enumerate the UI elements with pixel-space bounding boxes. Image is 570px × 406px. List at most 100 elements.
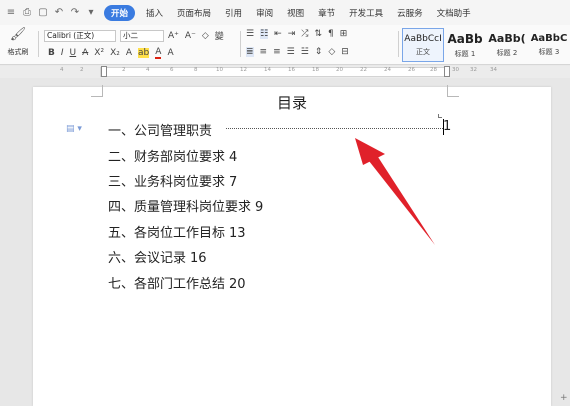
ruler-tick: 6 — [170, 67, 174, 73]
underline-button[interactable]: U — [70, 48, 77, 58]
ruler-tick: 8 — [194, 67, 198, 73]
justify-icon[interactable]: ☰ — [287, 47, 295, 57]
format-painter-label: 格式刷 — [7, 48, 29, 56]
style-heading-3[interactable]: AaBbC 标题 3 — [528, 28, 570, 62]
ruler-tick: 4 — [60, 67, 64, 73]
style-preview: AaBb — [447, 31, 483, 46]
right-indent-marker[interactable] — [444, 66, 450, 77]
distribute-icon[interactable]: ☱ — [301, 47, 309, 57]
ruler-tick: 18 — [312, 67, 319, 73]
format-painter-button[interactable]: 🖌 格式刷 — [2, 27, 34, 63]
ribbon-toolbar: 🖌 格式刷 Calibri (正文) 小二 A⁺ A⁻ ◇ 變 B I U A … — [0, 25, 570, 65]
border-icon[interactable]: ⊟ — [341, 47, 349, 57]
style-name: 标题 2 — [496, 49, 518, 57]
style-preview: AaBbC — [530, 33, 568, 44]
dropdown-icon[interactable]: ▾ — [84, 5, 98, 21]
menu-icon[interactable]: ≡ — [4, 5, 18, 21]
style-preview: AaBb( — [488, 32, 526, 45]
tab-insert[interactable]: 插入 — [146, 7, 163, 19]
italic-button[interactable]: I — [61, 48, 64, 58]
para-row-2: ≣ ≡ ≡ ☰ ☱ ⇕ ◇ ⊟ — [246, 47, 355, 57]
arrow-shaft — [369, 157, 435, 245]
tab-view[interactable]: 视图 — [287, 7, 304, 19]
font-row-2: B I U A X² X₂ A ab A A — [48, 47, 180, 59]
ruler-track — [100, 67, 450, 77]
style-name: 标题 1 — [454, 49, 476, 58]
undo-icon[interactable]: ↶ — [52, 5, 66, 21]
grow-font-button[interactable]: A⁺ — [168, 31, 179, 41]
line-spacing-icon[interactable]: ⇕ — [315, 47, 323, 57]
font-name-select[interactable]: Calibri (正文) — [44, 30, 116, 42]
text-direction-icon[interactable]: ⤮ — [301, 29, 308, 39]
align-right-icon[interactable]: ≡ — [273, 47, 281, 57]
numbered-list-icon[interactable]: ☷ — [260, 29, 269, 39]
expand-icon[interactable]: + — [560, 393, 568, 403]
align-left-icon[interactable]: ≣ — [246, 47, 254, 57]
tab-start[interactable]: 开始 — [104, 4, 136, 21]
strikethrough-button[interactable]: A — [82, 48, 88, 58]
tab-page-layout[interactable]: 页面布局 — [177, 7, 211, 19]
ruler-tick: 32 — [470, 67, 477, 73]
tab-section[interactable]: 章节 — [318, 7, 335, 19]
divider — [38, 31, 39, 57]
shading-icon[interactable]: ◇ — [328, 47, 335, 57]
style-name: 正文 — [416, 47, 431, 56]
para-row-1: ☰ ☷ ⇤ ⇥ ⤮ ⇅ ¶ ⊞ — [246, 29, 353, 39]
ruler-tick: 14 — [264, 67, 271, 73]
ruler-tick: 28 — [430, 67, 437, 73]
table-icon[interactable]: ⊞ — [340, 29, 348, 39]
style-gallery: AaBbCcI 正文 AaBb 标题 1 AaBb( 标题 2 AaBbC 标题… — [402, 28, 570, 62]
shrink-font-button[interactable]: A⁻ — [185, 31, 196, 41]
font-size-select[interactable]: 小二 — [120, 30, 164, 42]
increase-indent-icon[interactable]: ⇥ — [288, 29, 296, 39]
bold-button[interactable]: B — [48, 48, 55, 58]
char-border-button[interactable]: A — [167, 48, 173, 58]
sort-icon[interactable]: ⇅ — [314, 29, 322, 39]
ruler-tick: 22 — [360, 67, 367, 73]
ruler-tick: 16 — [288, 67, 295, 73]
style-preview: AaBbCcI — [404, 33, 442, 44]
tab-review[interactable]: 审阅 — [256, 7, 273, 19]
redo-icon[interactable]: ↷ — [68, 5, 82, 21]
style-heading-1[interactable]: AaBb 标题 1 — [444, 28, 486, 62]
style-heading-2[interactable]: AaBb( 标题 2 — [486, 28, 528, 62]
indent-marker[interactable] — [101, 66, 107, 77]
superscript-button[interactable]: X² — [94, 48, 104, 58]
ruler-tick: 24 — [384, 67, 391, 73]
show-marks-icon[interactable]: ¶ — [328, 29, 334, 39]
document-canvas: 目录 ▤ ▾ 一、公司管理职责 1 二、财务部岗位要求 4 三、业务科岗位要求 7 … — [0, 78, 570, 406]
print-preview-icon[interactable]: ▢ — [36, 5, 50, 21]
ruler-tick: 2 — [122, 67, 126, 73]
bullet-list-icon[interactable]: ☰ — [246, 29, 254, 39]
ruler-tick: 30 — [452, 67, 459, 73]
divider — [398, 31, 399, 57]
clear-format-button[interactable]: ◇ — [202, 31, 209, 41]
font-color-button[interactable]: A — [155, 47, 162, 59]
ruler-tick: 34 — [490, 67, 497, 73]
annotation-arrow — [355, 138, 435, 245]
ruler-tick: 10 — [216, 67, 223, 73]
style-name: 标题 3 — [538, 48, 560, 56]
print-icon[interactable]: ⎙ — [20, 5, 34, 21]
ruler-tick: 20 — [336, 67, 343, 73]
tab-developer[interactable]: 开发工具 — [349, 7, 383, 19]
align-center-icon[interactable]: ≡ — [260, 47, 268, 57]
brush-icon: 🖌 — [9, 27, 27, 42]
text-effect-button[interactable]: A — [126, 48, 132, 58]
ruler-tick: 2 — [80, 67, 84, 73]
decrease-indent-icon[interactable]: ⇤ — [274, 29, 282, 39]
pinyin-button[interactable]: 變 — [215, 29, 224, 42]
tab-doc-assistant[interactable]: 文档助手 — [437, 7, 471, 19]
tab-cloud-service[interactable]: 云服务 — [397, 7, 423, 19]
tab-references[interactable]: 引用 — [225, 7, 242, 19]
horizontal-ruler[interactable]: 4 2 2 4 6 8 10 12 14 16 18 20 22 24 26 2… — [0, 66, 570, 78]
ruler-tick: 12 — [240, 67, 247, 73]
style-normal[interactable]: AaBbCcI 正文 — [402, 28, 445, 62]
font-row-1: A⁺ A⁻ ◇ 變 — [168, 29, 230, 43]
menu-bar: ≡ ⎙ ▢ ↶ ↷ ▾ 开始 插入 页面布局 引用 审阅 视图 章节 开发工具 … — [0, 0, 570, 25]
subscript-button[interactable]: X₂ — [110, 48, 120, 58]
document-page[interactable]: 目录 ▤ ▾ 一、公司管理职责 1 二、财务部岗位要求 4 三、业务科岗位要求 7 … — [33, 85, 551, 406]
highlight-button[interactable]: ab — [138, 48, 150, 58]
ruler-tick: 26 — [408, 67, 415, 73]
ruler-tick: 4 — [146, 67, 150, 73]
